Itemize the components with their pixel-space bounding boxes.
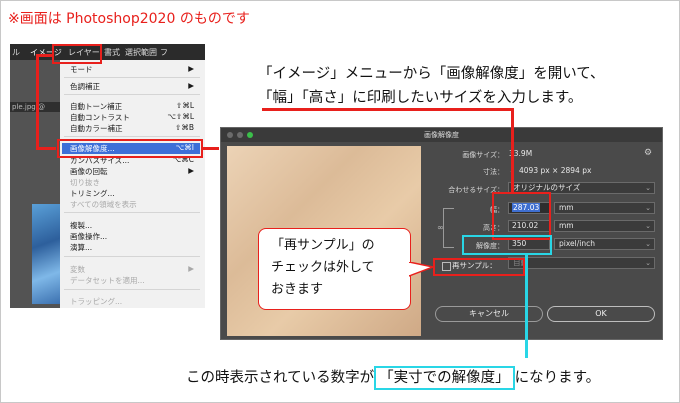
menu-item-variables: 変数 ▶ [70,264,194,274]
zoom-window-icon[interactable] [247,132,253,138]
menu-item-auto-color[interactable]: 自動カラー補正 ⇧⌘B [70,123,200,134]
document-image [32,204,62,304]
connector-line [203,147,219,150]
bottom-text: になります。 [514,370,601,386]
dimensions-value: 4093 px × 2894 px [519,166,592,175]
resample-callout: 「再サンプル」の チェックは外して おきます [258,228,411,310]
close-window-icon[interactable] [227,132,233,138]
bottom-explanation: この時表示されている数字が 「実寸での解像度」 になります。 [186,366,600,390]
menu-bar-item[interactable]: ル [12,47,20,58]
width-height-highlight [492,192,551,240]
menu-item-apply-dataset: データセットを適用... [70,276,145,285]
height-unit-select[interactable]: mm ⌄ [554,220,655,232]
dialog-title: 画像解像度 [221,128,662,142]
callout-pointer [409,262,435,277]
ok-button[interactable]: OK [547,306,655,322]
connector-line [36,147,56,150]
connector-line [36,54,39,150]
bottom-text: この時表示されている数字が [186,370,375,386]
menu-item-adjustments[interactable]: 色調補正 ▶ [70,81,200,92]
image-size-item-highlight [57,139,203,158]
resolution-unit-select[interactable]: pixel/inch ⌄ [554,238,655,250]
menu-item-auto-contrast[interactable]: 自動コントラスト ⌥⇧⌘L [70,112,200,123]
menu-item-trim[interactable]: トリミング... [70,188,200,199]
photoshop-menu-screenshot: ル イメージ レイヤー 書式 選択範囲 フ ple.jpg @ モード ▶ 色調補… [10,44,205,308]
menu-item-calculations[interactable]: 演算... [70,242,200,253]
image-menu-dropdown: モード ▶ 色調補正 ▶ 自動トーン補正 ⇧⌘L 自動コントラスト ⌥⇧⌘L 自動カラー… [60,60,205,308]
menu-item-trap: トラッピング... [70,297,123,306]
menu-item-duplicate[interactable]: 複製... [70,220,200,231]
callout-line: チェックは外して [271,260,375,275]
minimize-window-icon[interactable] [237,132,243,138]
bottom-highlight-text: 「実寸での解像度」 [374,366,515,390]
menu-item-crop: 切り抜き [70,178,100,187]
menu-item-apply-image[interactable]: 画像操作... [70,231,200,242]
menu-item-auto-tone[interactable]: 自動トーン補正 ⇧⌘L [70,101,200,112]
menu-item-reveal-all: すべての領域を表示 [70,200,137,209]
link-icon[interactable]: ∞ [437,223,444,232]
link-bracket [443,208,454,248]
instruction-underline [262,108,514,111]
gear-icon[interactable]: ⚙ [644,148,652,158]
menu-type[interactable]: 書式 [104,47,120,58]
width-unit-select[interactable]: mm ⌄ [554,202,655,214]
connector-line [511,110,514,193]
menu-item-mode[interactable]: モード ▶ [70,64,200,75]
menu-item-image-rotation[interactable]: 画像の回転 ▶ [70,166,200,177]
callout-line: おきます [271,282,324,297]
resample-highlight [433,258,525,276]
instruction-line-2: 「幅」「高さ」に印刷したいサイズを入力します。 [258,90,583,106]
version-note: ※画面は Photoshop2020 のものです [8,11,250,27]
image-menu-highlight [52,44,102,64]
resolution-highlight [462,235,552,255]
menu-bar: ル イメージ レイヤー 書式 選択範囲 フ [10,44,205,60]
menu-select[interactable]: 選択範囲 [125,47,157,58]
dimensions-label: 寸法： [483,168,504,176]
instruction-line-1: 「イメージ」メニューから「画像解像度」を開いて、 [258,66,605,82]
connector-line [525,254,528,358]
menu-bar-item[interactable]: フ [160,47,168,58]
connector-line [36,54,53,57]
resample-method-select: 自動 ⌄ [508,257,655,269]
image-size-label: 画像サイズ： [462,151,504,159]
callout-line: 「再サンプル」の [271,238,375,253]
